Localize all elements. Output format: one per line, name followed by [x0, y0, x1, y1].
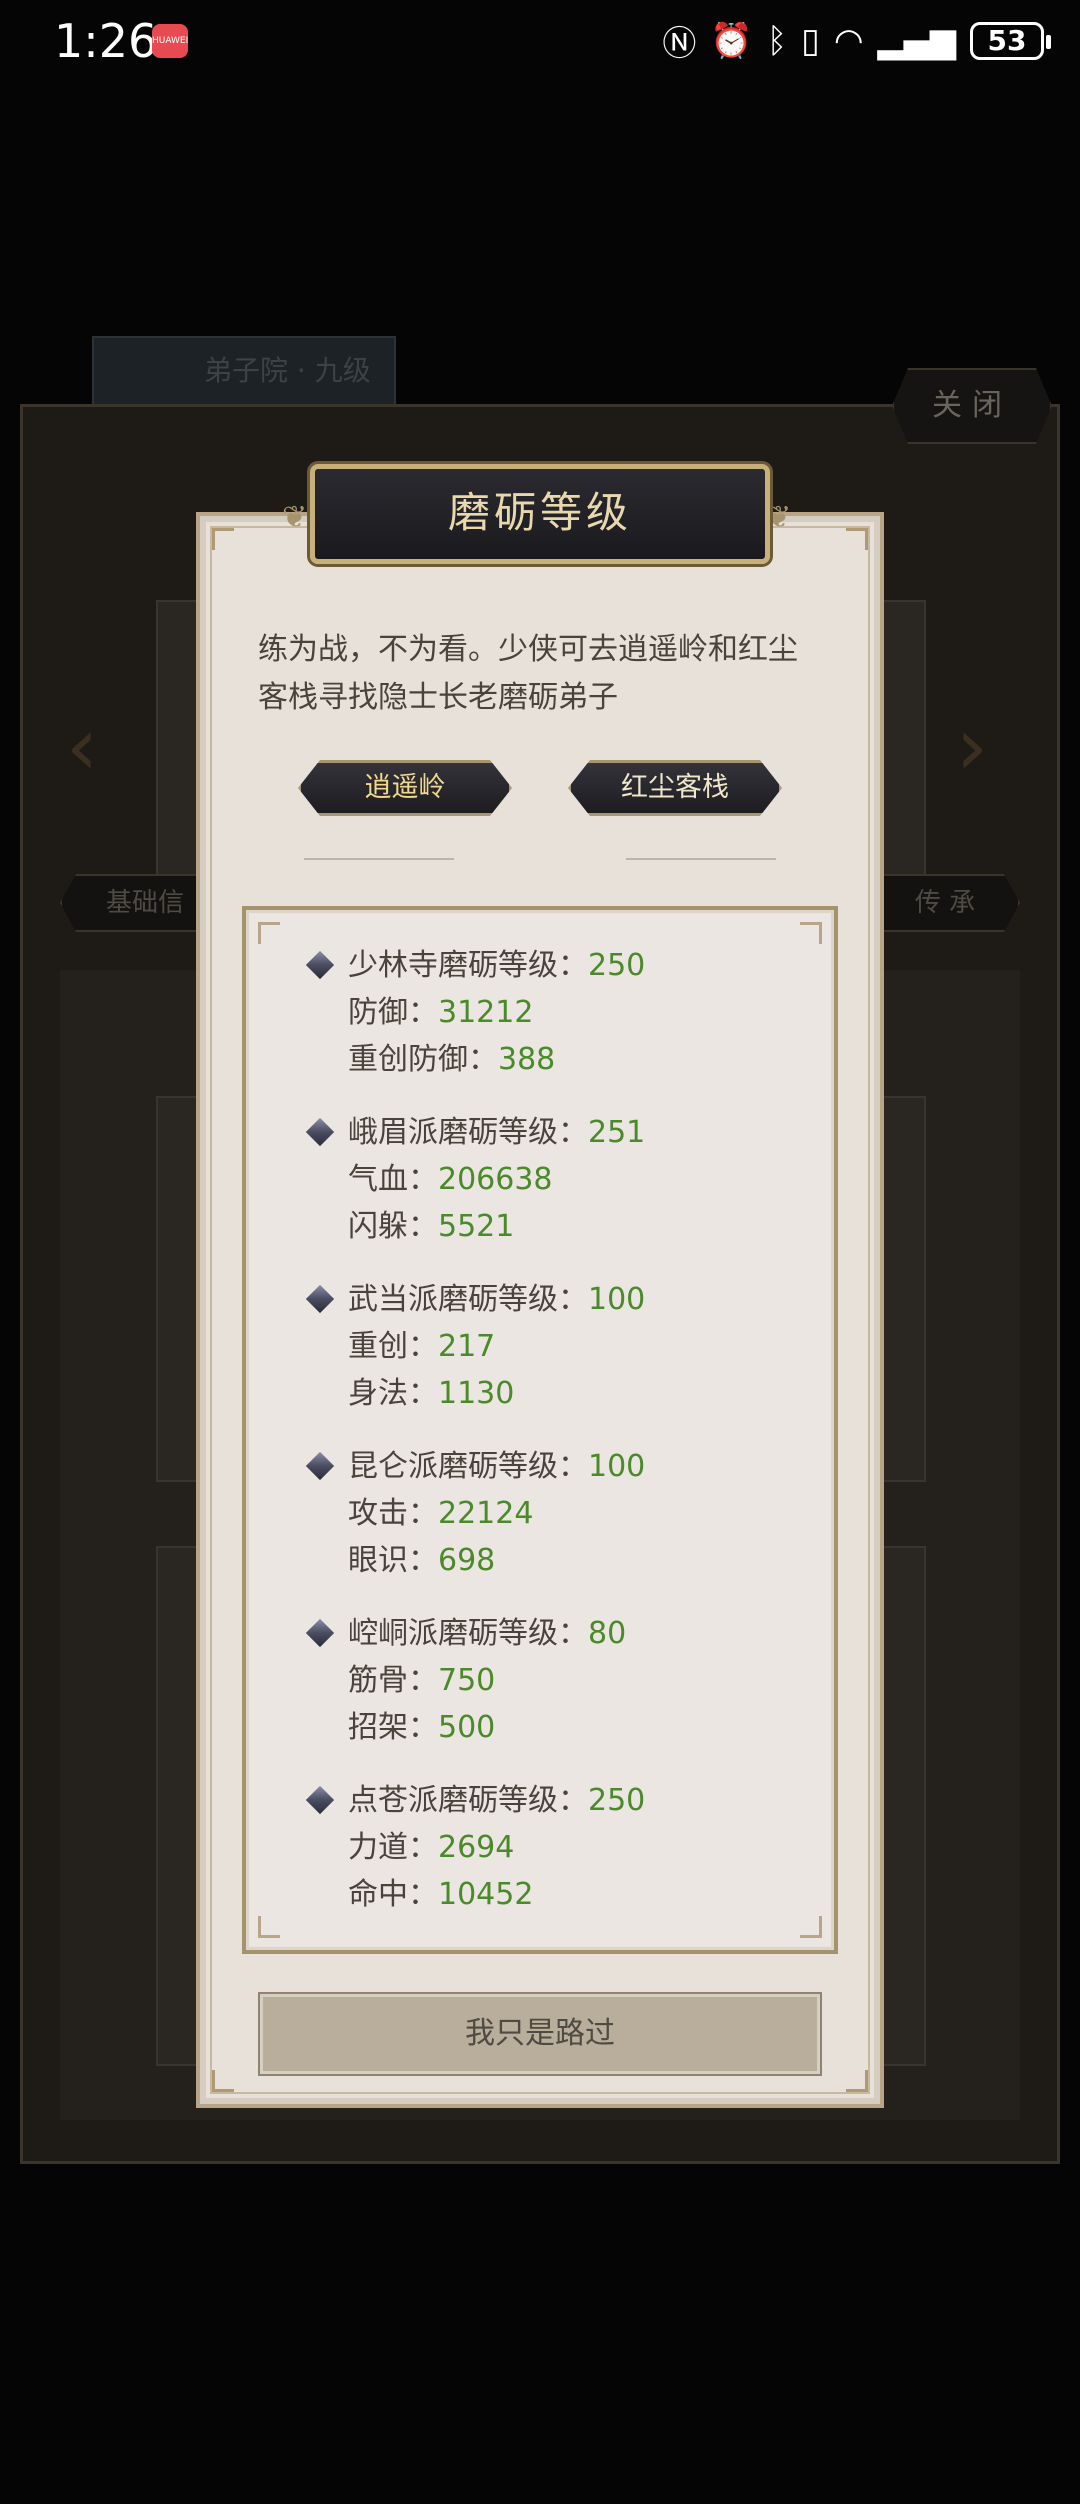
stat-label: 身法： — [348, 1376, 438, 1411]
just-passing-button[interactable]: 我只是路过 — [260, 1994, 820, 2074]
vibrate-icon: ▯ — [801, 20, 820, 61]
nfc-icon: Ⓝ — [662, 24, 697, 64]
title-ornament-right-icon: ❦ — [766, 500, 792, 535]
sect-level-label: 少林寺磨砺等级： — [348, 948, 588, 983]
xiaoyao-ridge-button[interactable]: 逍遥岭 — [298, 760, 512, 816]
sect-group-kunlun: 昆仑派磨砺等级：100 攻击：22124 眼识：698 — [305, 1443, 646, 1584]
stat-value: 500 — [438, 1710, 496, 1745]
sect-level-value: 250 — [588, 948, 646, 983]
sect-level-value: 80 — [588, 1616, 627, 1651]
wifi-icon: ◠ — [833, 20, 864, 61]
alarm-icon: ⏰ — [710, 20, 753, 61]
divider — [304, 858, 454, 860]
stat-value: 5521 — [438, 1209, 515, 1244]
stat-label: 防御： — [348, 995, 438, 1030]
sect-level-label: 峨眉派磨砺等级： — [348, 1115, 588, 1150]
divider — [626, 858, 776, 860]
sect-group-emei: 峨眉派磨砺等级：251 气血：206638 闪躲：5521 — [305, 1109, 646, 1250]
corner-ornament — [258, 1916, 280, 1938]
diamond-bullet-icon — [305, 1284, 335, 1314]
diamond-bullet-icon — [305, 1785, 335, 1815]
diamond-bullet-icon — [305, 1618, 335, 1648]
sect-group-diancang: 点苍派磨砺等级：250 力道：2694 命中：10452 — [305, 1777, 646, 1918]
stat-value: 206638 — [438, 1162, 553, 1197]
stat-label: 重创： — [348, 1329, 438, 1364]
diamond-bullet-icon — [305, 1117, 335, 1147]
background-close-button[interactable]: 关闭 — [892, 368, 1052, 444]
diamond-bullet-icon — [305, 950, 335, 980]
sect-level-label: 武当派磨砺等级： — [348, 1282, 588, 1317]
stat-label: 招架： — [348, 1710, 438, 1745]
sect-level-value: 100 — [588, 1449, 646, 1484]
sect-level-value: 250 — [588, 1783, 646, 1818]
stat-label: 筋骨： — [348, 1663, 438, 1698]
sect-group-kongtong: 崆峒派磨砺等级：80 筋骨：750 招架：500 — [305, 1610, 627, 1751]
battery-indicator: 53 — [970, 21, 1051, 60]
sect-level-label: 点苍派磨砺等级： — [348, 1783, 588, 1818]
diamond-bullet-icon — [305, 1451, 335, 1481]
stat-label: 闪躲： — [348, 1209, 438, 1244]
sect-level-value: 251 — [588, 1115, 646, 1150]
stat-value: 10452 — [438, 1877, 534, 1912]
sect-level-value: 100 — [588, 1282, 646, 1317]
bluetooth-icon: ᛒ — [766, 20, 788, 61]
corner-ornament — [846, 528, 868, 550]
corner-ornament — [212, 528, 234, 550]
clock: 1:26 — [54, 14, 158, 68]
signal-icon: ▂▄▆ — [877, 20, 956, 61]
stat-label: 气血： — [348, 1162, 438, 1197]
prev-arrow-icon[interactable]: ‹ — [66, 700, 98, 793]
stat-value: 698 — [438, 1543, 496, 1578]
stat-value: 750 — [438, 1663, 496, 1698]
corner-ornament — [846, 2070, 868, 2092]
status-bar: 1:26 HUAWEI Ⓝ ⏰ ᛒ ▯ ◠ ▂▄▆ 53 — [0, 0, 1080, 84]
stat-value: 2694 — [438, 1830, 515, 1865]
dialog-description: 练为战，不为看。少侠可去逍遥岭和红尘客栈寻找隐士长老磨砺弟子 — [258, 632, 798, 715]
corner-ornament — [212, 2070, 234, 2092]
stat-value: 22124 — [438, 1496, 534, 1531]
tab-inheritance[interactable]: 传 承 — [870, 874, 1020, 932]
sect-level-label: 崆峒派磨砺等级： — [348, 1616, 588, 1651]
corner-ornament — [258, 922, 280, 944]
stat-label: 力道： — [348, 1830, 438, 1865]
stat-value: 31212 — [438, 995, 534, 1030]
hongchen-inn-button[interactable]: 红尘客栈 — [568, 760, 782, 816]
stat-value: 388 — [498, 1042, 556, 1077]
stat-value: 1130 — [438, 1376, 515, 1411]
status-icons: Ⓝ ⏰ ᛒ ▯ ◠ ▂▄▆ 53 — [662, 16, 1051, 65]
stat-label: 眼识： — [348, 1543, 438, 1578]
stat-label: 重创防御： — [348, 1042, 498, 1077]
sect-level-label: 昆仑派磨砺等级： — [348, 1449, 588, 1484]
sect-group-shaolin: 少林寺磨砺等级：250 防御：31212 重创防御：388 — [305, 942, 646, 1083]
disciple-hall-chip: 弟子院 · 九级 — [92, 336, 396, 406]
stat-value: 217 — [438, 1329, 496, 1364]
app-notification-icon: HUAWEI — [152, 24, 188, 58]
stats-panel: 少林寺磨砺等级：250 防御：31212 重创防御：388 峨眉派磨砺等级：25… — [242, 906, 838, 1954]
stat-label: 攻击： — [348, 1496, 438, 1531]
sect-group-wudang: 武当派磨砺等级：100 重创：217 身法：1130 — [305, 1276, 646, 1417]
corner-ornament — [800, 922, 822, 944]
next-arrow-icon[interactable]: › — [956, 700, 988, 793]
dialog-title: 磨砺等级 — [310, 464, 770, 564]
stat-label: 命中： — [348, 1877, 438, 1912]
corner-ornament — [800, 1916, 822, 1938]
